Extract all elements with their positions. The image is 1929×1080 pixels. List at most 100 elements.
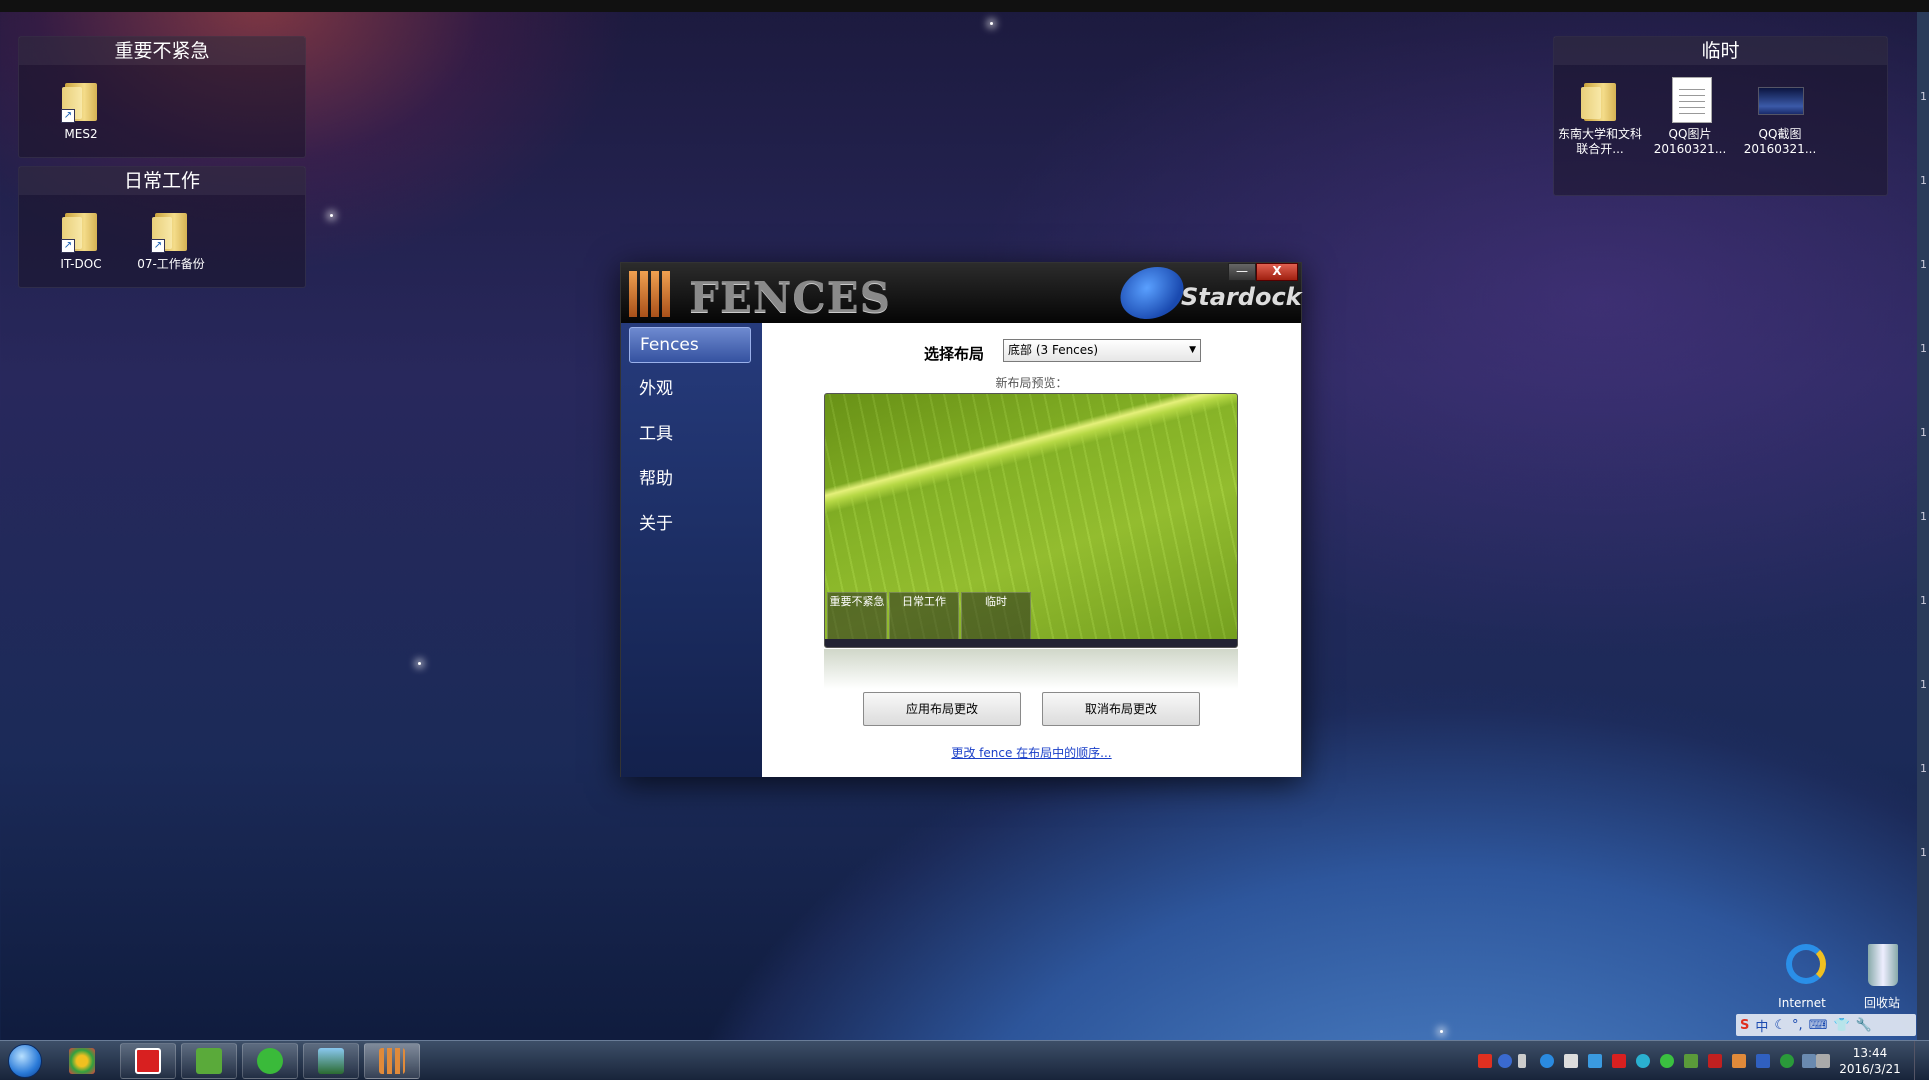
device-tray-icon[interactable] bbox=[1564, 1054, 1578, 1068]
minimize-button[interactable]: — bbox=[1228, 263, 1256, 281]
start-button[interactable] bbox=[8, 1044, 42, 1078]
punctuation-icon[interactable]: °, bbox=[1792, 1018, 1803, 1033]
preview-label: 新布局预览： bbox=[995, 376, 1068, 390]
pdf-tray-icon[interactable] bbox=[1612, 1054, 1626, 1068]
icon-label: QQ图片20160321... bbox=[1653, 127, 1727, 156]
edge-digit: 1 bbox=[1920, 426, 1927, 439]
folder-shortcut-icon: ↗ bbox=[149, 205, 193, 253]
wrench-icon[interactable]: 🔧 bbox=[1856, 1018, 1872, 1033]
taskbar-app-fences[interactable] bbox=[364, 1043, 420, 1079]
nav-item-fences[interactable]: Fences bbox=[629, 327, 751, 363]
layout-select-value: 底部 (3 Fences) bbox=[1008, 343, 1099, 357]
taskbar-app-photo-viewer[interactable] bbox=[303, 1043, 359, 1079]
desktop-icon-qq-screenshot[interactable]: QQ截图20160321... bbox=[1738, 75, 1822, 157]
screenshot-file-icon bbox=[1758, 75, 1804, 123]
sogou-icon[interactable]: S bbox=[1740, 1018, 1749, 1033]
layout-select-label: 选择布局 bbox=[924, 345, 985, 363]
qq-tray-icon[interactable] bbox=[1636, 1054, 1650, 1068]
icon-label: IT-DOC bbox=[60, 257, 102, 271]
layout-select[interactable]: 底部 (3 Fences) ▼ bbox=[1003, 339, 1201, 362]
close-button[interactable]: X bbox=[1256, 263, 1298, 281]
nav-item-tools[interactable]: 工具 bbox=[629, 417, 751, 453]
stardock-logo-icon bbox=[1115, 267, 1189, 319]
apply-layout-button[interactable]: 应用布局更改 bbox=[863, 692, 1021, 726]
cancel-layout-button[interactable]: 取消布局更改 bbox=[1042, 692, 1200, 726]
desktop-icon-internet[interactable]: Internet bbox=[1760, 944, 1844, 1011]
desktop-icon-seu-folder[interactable]: 东南大学和文科联合开... bbox=[1558, 75, 1642, 157]
folder-shortcut-icon: ↗ bbox=[59, 205, 103, 253]
layout-preview: 重要不紧急 日常工作 临时 bbox=[824, 393, 1238, 648]
sync-tray-icon[interactable] bbox=[1780, 1054, 1794, 1068]
moon-icon[interactable]: ☾ bbox=[1774, 1018, 1786, 1033]
tray-overflow-icon[interactable] bbox=[1518, 1054, 1526, 1068]
butterfly-app-icon bbox=[69, 1048, 95, 1074]
fences-logo-icon bbox=[629, 271, 681, 317]
nav-item-appearance[interactable]: 外观 bbox=[629, 372, 751, 408]
preview-fence: 临时 bbox=[961, 592, 1031, 640]
internet-explorer-icon bbox=[1780, 944, 1826, 992]
edge-digit: 1 bbox=[1920, 846, 1927, 859]
stardock-logo-text: Stardock bbox=[1181, 283, 1302, 311]
edge-digit: 1 bbox=[1920, 510, 1927, 523]
pdf-app-icon bbox=[135, 1048, 161, 1074]
fence-title: 日常工作 bbox=[19, 167, 305, 195]
taskbar-app-butterfly[interactable] bbox=[54, 1043, 110, 1079]
star bbox=[990, 22, 993, 25]
taskbar-app-pdf[interactable] bbox=[120, 1043, 176, 1079]
desktop-icon-mes2[interactable]: ↗ MES2 bbox=[39, 75, 123, 142]
desktop-icon-work-backup[interactable]: ↗ 07-工作备份 bbox=[129, 205, 213, 272]
evernote-tray-icon[interactable] bbox=[1684, 1054, 1698, 1068]
icon-label: 东南大学和文科联合开... bbox=[1558, 127, 1643, 156]
folder-shortcut-icon: ↗ bbox=[59, 75, 103, 123]
taskbar-app-evernote[interactable] bbox=[181, 1043, 237, 1079]
edge-digit: 1 bbox=[1920, 678, 1927, 691]
preview-fence: 重要不紧急 bbox=[827, 592, 887, 640]
ime-mode-chinese[interactable]: 中 bbox=[1755, 1016, 1768, 1035]
edge-digit: 1 bbox=[1920, 594, 1927, 607]
edge-digit: 1 bbox=[1920, 342, 1927, 355]
settings-nav: Fences 外观 工具 帮助 关于 bbox=[621, 323, 762, 777]
speaker-tray-icon[interactable] bbox=[1816, 1054, 1830, 1068]
taskbar: 13:44 2016/3/21 bbox=[0, 1040, 1929, 1080]
window-header[interactable]: FENCES Stardock — X bbox=[621, 263, 1302, 323]
settings-content: 选择布局 底部 (3 Fences) ▼ 新布局预览： 重要不紧急 日常工作 临… bbox=[762, 323, 1301, 777]
top-strip bbox=[0, 0, 1929, 12]
edge-digit: 1 bbox=[1920, 90, 1927, 103]
desktop-icon-qq-image[interactable]: QQ图片20160321... bbox=[1648, 75, 1732, 157]
clock-time: 13:44 bbox=[1852, 1046, 1888, 1060]
icon-label: MES2 bbox=[64, 127, 98, 141]
taskbar-app-sync[interactable] bbox=[242, 1043, 298, 1079]
ime-toolbar[interactable]: S 中 ☾ °, ⌨ 👕 🔧 bbox=[1736, 1014, 1916, 1036]
screen-edge-strip: 1 1 1 1 1 1 1 1 1 1 bbox=[1917, 12, 1929, 1042]
taskbar-clock[interactable]: 13:44 2016/3/21 bbox=[1834, 1045, 1906, 1077]
nav-item-help[interactable]: 帮助 bbox=[629, 462, 751, 498]
preview-fence: 日常工作 bbox=[889, 592, 959, 640]
preview-taskbar bbox=[825, 639, 1237, 647]
fences-tray-icon[interactable] bbox=[1732, 1054, 1746, 1068]
wechat-tray-icon[interactable] bbox=[1660, 1054, 1674, 1068]
show-desktop-button[interactable] bbox=[1914, 1041, 1929, 1080]
volume-tray-icon[interactable] bbox=[1588, 1054, 1602, 1068]
nav-item-about[interactable]: 关于 bbox=[629, 507, 751, 543]
fence-temporary[interactable]: 临时 东南大学和文科联合开... QQ图片20160321... QQ截图201… bbox=[1553, 36, 1888, 196]
recycle-bin-icon bbox=[1860, 944, 1904, 992]
fences-window: FENCES Stardock — X Fences 外观 工具 帮助 关于 选… bbox=[620, 262, 1302, 777]
icon-label: 回收站 bbox=[1863, 996, 1900, 1010]
green-circle-icon bbox=[257, 1048, 283, 1074]
folder-icon bbox=[1578, 75, 1622, 123]
display-tray-icon[interactable] bbox=[1802, 1054, 1816, 1068]
icon-label: 07-工作备份 bbox=[137, 257, 205, 271]
skin-icon[interactable]: 👕 bbox=[1833, 1018, 1849, 1033]
help-tray-icon[interactable] bbox=[1498, 1054, 1512, 1068]
icon-label: QQ截图20160321... bbox=[1743, 127, 1817, 156]
fence-important-not-urgent[interactable]: 重要不紧急 ↗ MES2 bbox=[18, 36, 306, 158]
keyboard-icon[interactable]: ⌨ bbox=[1809, 1018, 1828, 1033]
sogou-tray-icon[interactable] bbox=[1478, 1054, 1492, 1068]
grid-tray-icon[interactable] bbox=[1756, 1054, 1770, 1068]
desktop-icon-recycle-bin[interactable]: 回收站 bbox=[1840, 944, 1924, 1011]
change-order-link[interactable]: 更改 fence 在布局中的顺序... bbox=[762, 744, 1301, 761]
desktop-icon-it-doc[interactable]: ↗ IT-DOC bbox=[39, 205, 123, 272]
fence-daily-work[interactable]: 日常工作 ↗ IT-DOC ↗ 07-工作备份 bbox=[18, 166, 306, 288]
network-tray-icon[interactable] bbox=[1540, 1054, 1554, 1068]
antivirus-tray-icon[interactable] bbox=[1708, 1054, 1722, 1068]
